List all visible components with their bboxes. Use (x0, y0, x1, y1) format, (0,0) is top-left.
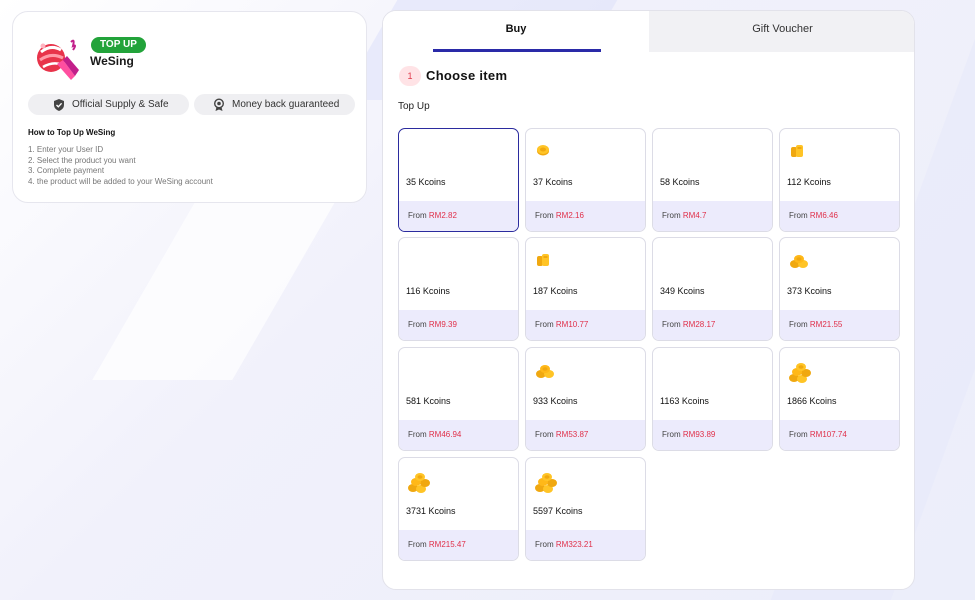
kcoin-item-card[interactable]: 581 Kcoins From RM46.94 (398, 347, 519, 451)
price-amount: RM2.82 (428, 211, 457, 220)
how-to-steps: 1. Enter your User ID 2. Select the prod… (28, 145, 213, 187)
item-price: From RM28.17 (653, 310, 772, 340)
item-price: From RM2.16 (526, 201, 645, 231)
item-grid: 35 Kcoins From RM2.82 37 Kcoins From RM2.16… (383, 11, 914, 589)
coin-icon (788, 362, 812, 389)
item-name: 3731 Kcoins (406, 506, 456, 516)
kcoin-item-card[interactable]: 112 Kcoins From RM6.46 (779, 128, 900, 232)
price-prefix: From (408, 211, 429, 220)
item-name: 1866 Kcoins (787, 396, 837, 406)
kcoin-item-card[interactable]: 1163 Kcoins From RM93.89 (652, 347, 773, 451)
kcoin-item-card[interactable]: 373 Kcoins From RM21.55 (779, 237, 900, 341)
coin-icon (788, 252, 810, 275)
item-name: 373 Kcoins (787, 286, 832, 296)
item-price: From RM107.74 (780, 420, 899, 450)
price-prefix: From (789, 430, 810, 439)
item-name: 58 Kcoins (660, 177, 700, 187)
wesing-logo-icon (33, 34, 89, 84)
price-prefix: From (408, 540, 429, 549)
top-up-badge: TOP UP (91, 37, 146, 53)
kcoin-item-card[interactable]: 35 Kcoins From RM2.82 (398, 128, 519, 232)
coin-icon (534, 143, 552, 162)
item-name: 116 Kcoins (406, 286, 450, 296)
price-prefix: From (662, 211, 683, 220)
item-name: 112 Kcoins (787, 177, 831, 187)
item-name: 187 Kcoins (533, 286, 578, 296)
shield-check-icon (52, 98, 66, 112)
price-amount: RM46.94 (428, 430, 462, 439)
medal-icon (212, 97, 226, 112)
price-prefix: From (535, 211, 556, 220)
coin-icon (534, 252, 552, 273)
item-price: From RM4.7 (653, 201, 772, 231)
kcoin-item-card[interactable]: 3731 Kcoins From RM215.47 (398, 457, 519, 561)
kcoin-item-card[interactable]: 58 Kcoins From RM4.7 (652, 128, 773, 232)
item-price: From RM323.21 (526, 530, 645, 560)
price-amount: RM28.17 (682, 320, 716, 329)
how-to-title: How to Top Up WeSing (28, 128, 116, 137)
kcoin-item-card[interactable]: 116 Kcoins From RM9.39 (398, 237, 519, 341)
price-amount: RM6.46 (809, 211, 838, 220)
coin-icon (534, 472, 558, 499)
price-prefix: From (408, 320, 429, 329)
price-amount: RM10.77 (555, 320, 589, 329)
price-amount: RM323.21 (555, 540, 593, 549)
product-info-card: TOP UP WeSing Official Supply & Safe Mon… (12, 11, 367, 203)
money-back-label: Money back guaranteed (232, 99, 340, 110)
coin-icon (788, 143, 806, 164)
item-price: From RM53.87 (526, 420, 645, 450)
price-amount: RM215.47 (428, 540, 466, 549)
price-prefix: From (408, 430, 429, 439)
how-to-step: 4. the product will be added to your WeS… (28, 176, 213, 186)
kcoin-item-card[interactable]: 187 Kcoins From RM10.77 (525, 237, 646, 341)
price-amount: RM21.55 (809, 320, 843, 329)
price-prefix: From (535, 430, 556, 439)
price-amount: RM9.39 (428, 320, 457, 329)
kcoin-item-card[interactable]: 5597 Kcoins From RM323.21 (525, 457, 646, 561)
item-price: From RM21.55 (780, 310, 899, 340)
price-prefix: From (662, 320, 683, 329)
kcoin-item-card[interactable]: 1866 Kcoins From RM107.74 (779, 347, 900, 451)
how-to-step: 2. Select the product you want (28, 155, 136, 165)
item-price: From RM6.46 (780, 201, 899, 231)
official-supply-badge: Official Supply & Safe (28, 94, 189, 115)
coin-icon (407, 472, 431, 499)
money-back-badge: Money back guaranteed (194, 94, 355, 115)
item-name: 1163 Kcoins (660, 396, 709, 406)
item-price: From RM93.89 (653, 420, 772, 450)
price-prefix: From (789, 320, 810, 329)
price-amount: RM93.89 (682, 430, 716, 439)
item-price: From RM46.94 (399, 420, 518, 450)
item-name: 35 Kcoins (406, 177, 446, 187)
item-name: 581 Kcoins (406, 396, 451, 406)
item-price: From RM215.47 (399, 530, 518, 560)
price-prefix: From (662, 430, 683, 439)
coin-icon (534, 362, 556, 385)
kcoin-item-card[interactable]: 37 Kcoins From RM2.16 (525, 128, 646, 232)
price-prefix: From (535, 540, 556, 549)
item-name: 37 Kcoins (533, 177, 573, 187)
item-price: From RM2.82 (399, 201, 518, 231)
kcoin-item-card[interactable]: 933 Kcoins From RM53.87 (525, 347, 646, 451)
background-shape (92, 180, 348, 380)
item-price: From RM10.77 (526, 310, 645, 340)
item-price: From RM9.39 (399, 310, 518, 340)
price-amount: RM53.87 (555, 430, 589, 439)
app-name: WeSing (90, 54, 134, 68)
how-to-step: 3. Complete payment (28, 166, 105, 175)
price-amount: RM107.74 (809, 430, 847, 439)
item-name: 349 Kcoins (660, 286, 705, 296)
item-name: 933 Kcoins (533, 396, 578, 406)
price-prefix: From (789, 211, 810, 220)
item-name: 5597 Kcoins (533, 506, 583, 516)
official-supply-label: Official Supply & Safe (72, 99, 169, 110)
how-to-step: 1. Enter your User ID (28, 145, 104, 154)
purchase-panel: Buy Gift Voucher 1 Choose item Top Up 35… (382, 10, 915, 590)
price-prefix: From (535, 320, 556, 329)
price-amount: RM2.16 (555, 211, 584, 220)
price-amount: RM4.7 (682, 211, 707, 220)
kcoin-item-card[interactable]: 349 Kcoins From RM28.17 (652, 237, 773, 341)
